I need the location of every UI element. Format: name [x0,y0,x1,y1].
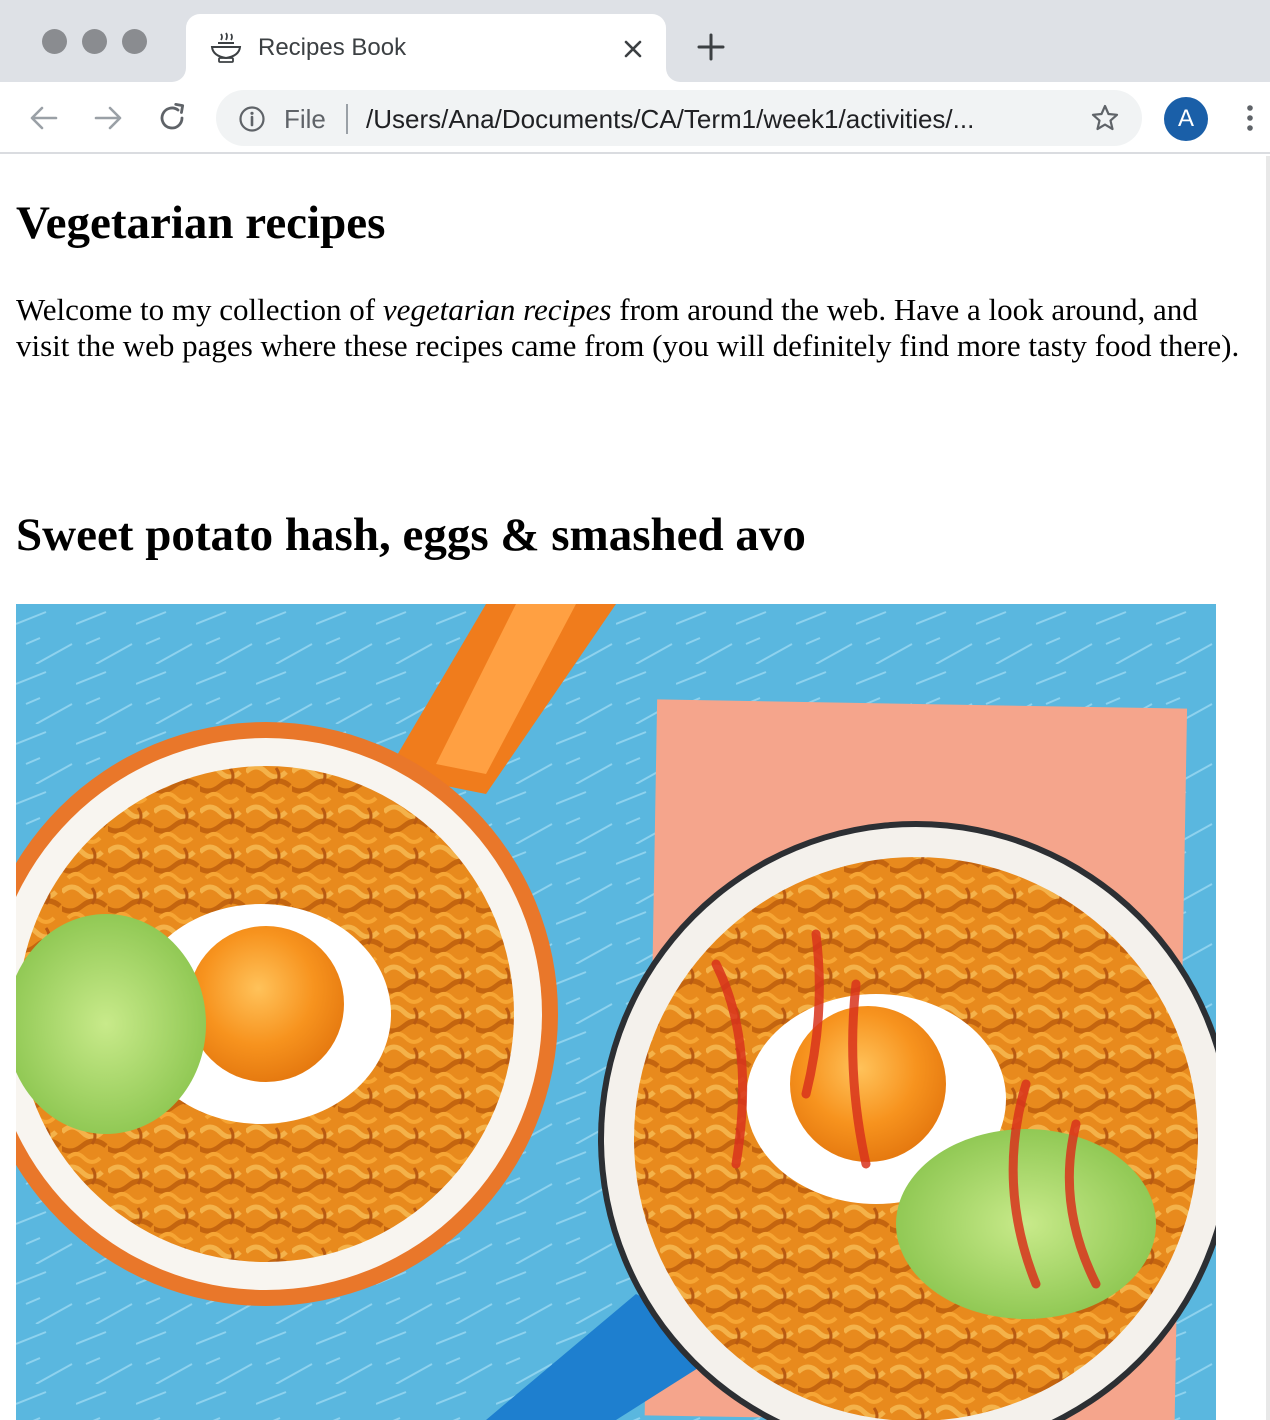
url-text[interactable]: /Users/Ana/Documents/CA/Term1/week1/acti… [366,104,974,135]
window-minimize-dot[interactable] [82,29,107,54]
bookmark-star-icon[interactable] [1090,103,1120,133]
scheme-label: File [284,104,326,134]
forward-arrow-icon[interactable] [90,100,126,136]
intro-emphasis: vegetarian recipes [382,292,612,327]
more-menu-icon[interactable] [1236,100,1264,136]
bowl-icon [210,32,242,63]
address-separator [346,104,348,134]
browser-toolbar: File /Users/Ana/Documents/CA/Term1/week1… [0,82,1270,154]
intro-text-start: Welcome to my collection of [16,292,383,327]
close-icon[interactable] [620,36,646,62]
window-close-dot[interactable] [42,29,67,54]
address-bar[interactable]: File /Users/Ana/Documents/CA/Term1/week1… [216,90,1142,146]
tab-recipes-book[interactable]: Recipes Book [186,14,666,82]
page-viewport: Vegetarian recipes Welcome to my collect… [0,156,1270,1420]
back-arrow-icon[interactable] [26,100,62,136]
new-tab-plus-icon[interactable] [694,30,728,64]
intro-paragraph: Welcome to my collection of vegetarian r… [16,292,1246,364]
page-scrollbar[interactable] [1266,156,1270,1420]
info-icon[interactable] [238,105,266,133]
profile-avatar[interactable]: A [1164,97,1208,141]
page-title: Vegetarian recipes [16,197,386,249]
sweet-potato-hash-photo [16,604,1216,1420]
recipe-photo [16,604,1216,1420]
tab-strip: Recipes Book [0,0,1270,82]
reload-icon[interactable] [154,100,190,136]
tab-title: Recipes Book [258,34,407,61]
recipe-title: Sweet potato hash, eggs & smashed avo [16,509,806,561]
window-zoom-dot[interactable] [122,29,147,54]
